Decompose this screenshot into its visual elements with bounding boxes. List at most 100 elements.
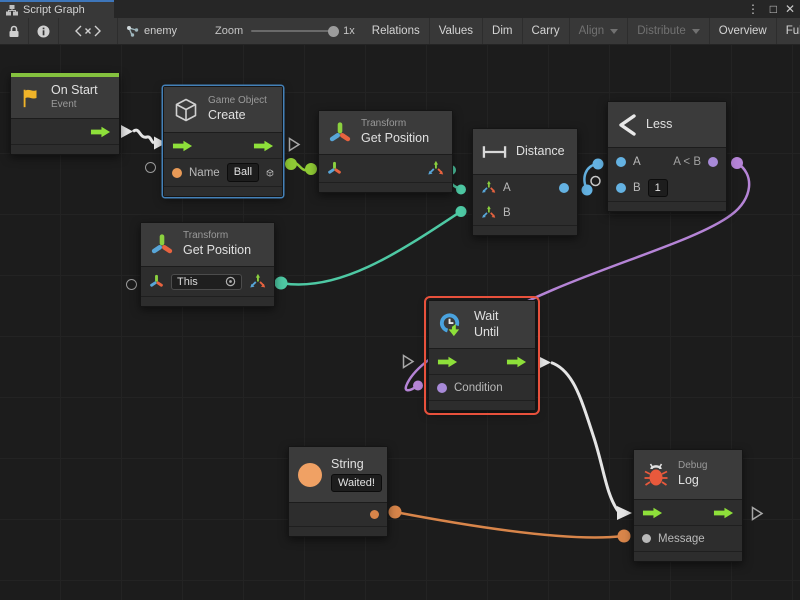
node-caption: Game Object (208, 95, 267, 108)
string-value-field[interactable]: Waited! (331, 474, 382, 492)
string-out-port[interactable] (370, 510, 379, 519)
flow-out-port[interactable] (713, 507, 734, 519)
script-graph-window: Script Graph ⋮ □ ✕ (0, 0, 800, 600)
vector3-out-port[interactable] (249, 273, 266, 290)
carry-button[interactable]: Carry (523, 18, 570, 44)
node-caption: Transform (183, 230, 251, 243)
message-label: Message (658, 533, 705, 545)
zoom-slider[interactable] (251, 30, 335, 32)
b-value-field[interactable]: 1 (648, 179, 668, 197)
breadcrumb-graph[interactable]: enemy (118, 18, 185, 44)
condition-label: Condition (454, 382, 503, 394)
flow-in-port[interactable] (642, 507, 663, 519)
transform-in-port[interactable] (149, 274, 164, 289)
distribute-button[interactable]: Distribute (628, 18, 710, 44)
node-string-literal[interactable]: String Waited! (288, 446, 388, 537)
distance-icon (482, 144, 507, 160)
flag-icon (20, 87, 42, 109)
code-view-icon (75, 25, 101, 37)
input-b-label: B (633, 182, 641, 194)
info-button[interactable] (29, 18, 59, 44)
node-caption: Transform (361, 118, 429, 131)
dim-button[interactable]: Dim (483, 18, 522, 44)
flow-out-port[interactable] (506, 356, 527, 368)
less-in-port-a[interactable] (616, 157, 626, 167)
node-title: On Start (51, 83, 98, 99)
node-title: Get Position (183, 243, 251, 259)
lock-button[interactable] (0, 18, 29, 44)
unconnected-flow-out-indicator[interactable] (288, 137, 301, 152)
graph-icon (126, 25, 139, 37)
output-label: A < B (673, 156, 701, 168)
zoom-value: 1x (343, 25, 355, 37)
node-title: String (331, 457, 382, 473)
zoom-control: Zoom 1x (207, 18, 363, 44)
window-close-icon[interactable]: ✕ (780, 0, 800, 18)
node-get-position-top[interactable]: Transform Get Position (318, 110, 453, 193)
unconnected-flow-in-indicator[interactable] (402, 354, 415, 369)
chevron-down-icon (692, 29, 700, 34)
distance-out-port[interactable] (559, 183, 569, 193)
node-on-start-event[interactable]: On Start Event (10, 73, 120, 155)
node-title: Get Position (361, 131, 429, 147)
zoom-slider-handle[interactable] (328, 26, 339, 37)
overview-button[interactable]: Overview (710, 18, 777, 44)
node-title: Less (646, 117, 672, 133)
node-title: Log (678, 473, 707, 489)
unconnected-value-port-indicator[interactable] (126, 279, 137, 290)
graph-name: enemy (144, 25, 177, 37)
string-icon (298, 463, 322, 487)
target-object-field[interactable]: This (171, 274, 242, 290)
node-subtitle: Event (51, 99, 98, 112)
less-icon (617, 113, 637, 137)
node-distance[interactable]: Distance A B (472, 128, 578, 236)
graph-hierarchy-icon (6, 5, 18, 16)
condition-in-port[interactable] (437, 383, 447, 393)
less-in-port-b[interactable] (616, 183, 626, 193)
gameobject-out-port-cube-icon[interactable] (266, 165, 274, 181)
lock-icon (8, 25, 20, 38)
transform-in-port[interactable] (327, 161, 342, 176)
flow-in-port[interactable] (172, 140, 193, 152)
vector3-in-port-a[interactable] (481, 180, 496, 195)
name-value-field[interactable]: Ball (227, 163, 259, 181)
less-out-port[interactable] (708, 157, 718, 167)
transform-icon (150, 233, 174, 257)
node-get-position-bottom[interactable]: Transform Get Position This (140, 222, 275, 307)
vector3-in-port-b[interactable] (481, 205, 496, 220)
input-b-label: B (503, 207, 511, 219)
zoom-label: Zoom (215, 25, 243, 37)
code-view-button[interactable] (59, 18, 118, 44)
title-bar: Script Graph ⋮ □ ✕ (0, 0, 800, 18)
vector3-out-port[interactable] (427, 160, 444, 177)
values-button[interactable]: Values (430, 18, 483, 44)
chevron-down-icon (610, 29, 618, 34)
relations-button[interactable]: Relations (363, 18, 430, 44)
input-a-label: A (503, 182, 511, 194)
node-gameobject-create[interactable]: Game Object Create Name Ball (163, 86, 283, 197)
graph-toolbar: enemy Zoom 1x Relations Values Dim Carry… (0, 18, 800, 45)
flow-out-port[interactable] (253, 140, 274, 152)
node-title: Create (208, 108, 267, 124)
flow-out-port[interactable] (90, 126, 111, 138)
window-menu-icon[interactable]: ⋮ (742, 0, 764, 18)
transform-icon (328, 121, 352, 145)
fullscreen-button[interactable]: Full Screen (777, 18, 800, 44)
flow-in-port[interactable] (437, 356, 458, 368)
tab-script-graph[interactable]: Script Graph (0, 0, 114, 18)
node-debug-log[interactable]: Debug Log Message (633, 449, 743, 562)
node-caption: Debug (678, 460, 707, 473)
align-button[interactable]: Align (570, 18, 629, 44)
wait-clock-icon (438, 311, 465, 339)
info-icon (37, 25, 50, 38)
message-in-port[interactable] (642, 534, 651, 543)
target-picker-icon[interactable] (225, 276, 236, 287)
node-title: Wait Until (474, 309, 525, 340)
node-wait-until[interactable]: Wait Until Condition (428, 300, 536, 411)
unconnected-flow-out-indicator[interactable] (751, 506, 764, 521)
name-input-port[interactable] (172, 168, 182, 178)
node-less[interactable]: Less A A < B B 1 (607, 101, 727, 212)
input-a-label: A (633, 156, 641, 168)
name-label: Name (189, 167, 220, 179)
unconnected-value-port-indicator[interactable] (145, 162, 156, 173)
